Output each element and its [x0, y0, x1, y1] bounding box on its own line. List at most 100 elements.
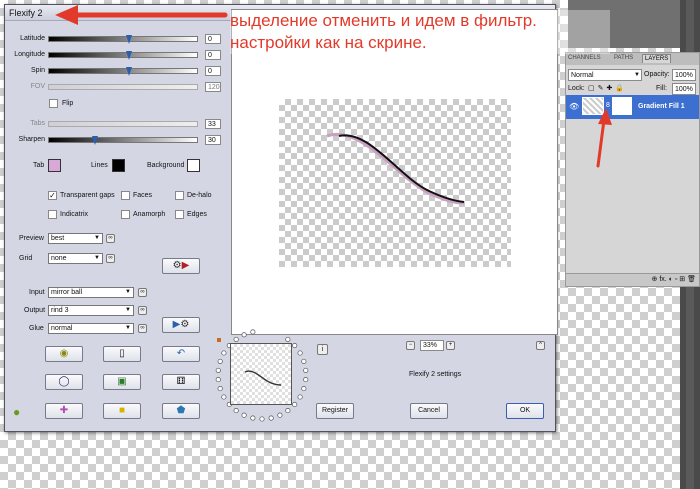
- dial-dot[interactable]: [215, 367, 221, 373]
- zoom-out-button[interactable]: −: [406, 341, 415, 350]
- input-link-icon[interactable]: ∞: [138, 288, 147, 297]
- lines-color-swatch[interactable]: [112, 159, 125, 172]
- dial-dot[interactable]: [303, 377, 309, 383]
- slider-thumb[interactable]: [126, 35, 132, 44]
- dial-dot[interactable]: [250, 415, 256, 421]
- collapse-button[interactable]: ^: [536, 341, 545, 350]
- glue-select[interactable]: normal ▼: [48, 323, 134, 334]
- layers-footer[interactable]: ⊕ fx. ◐ ▫ ⊞ 🗑: [566, 273, 699, 286]
- slider-thumb[interactable]: [126, 51, 132, 60]
- dial-dot[interactable]: [285, 336, 291, 342]
- dice-button[interactable]: ⚅: [162, 374, 200, 390]
- dial-dot[interactable]: [303, 367, 309, 373]
- sharpen-value[interactable]: 30: [205, 135, 221, 145]
- cube-button[interactable]: ■: [103, 403, 141, 419]
- tutorial-annotation: выделение отменить и идем в фильтр. наст…: [230, 10, 610, 54]
- indicatrix-checkbox[interactable]: [48, 210, 57, 219]
- dial-dot[interactable]: [215, 377, 221, 383]
- pentagon-button[interactable]: ⬟: [162, 403, 200, 419]
- dial-dot[interactable]: [297, 350, 303, 356]
- ring-button[interactable]: ◯: [45, 374, 83, 390]
- layer-name[interactable]: Gradient Fill 1: [638, 103, 685, 110]
- edges-checkbox[interactable]: [175, 210, 184, 219]
- curve-line: [338, 134, 465, 203]
- layer-thumbnail: [582, 97, 604, 115]
- dial-dot[interactable]: [233, 408, 239, 414]
- tabs-value[interactable]: 33: [205, 119, 221, 129]
- swap-forward-button[interactable]: ⚙▶: [162, 258, 200, 274]
- dial-dot[interactable]: [285, 408, 291, 414]
- latitude-label: Latitude: [20, 35, 45, 42]
- anamorph-checkbox[interactable]: [121, 210, 130, 219]
- opacity-field[interactable]: 100%: [672, 69, 696, 81]
- tab-channels[interactable]: CHANNELS: [568, 55, 601, 61]
- square-button[interactable]: ▣: [103, 374, 141, 390]
- new-button[interactable]: ▯: [103, 346, 141, 362]
- input-select[interactable]: mirror ball ▼: [48, 287, 134, 298]
- tab-color-swatch[interactable]: [48, 159, 61, 172]
- dial-dot[interactable]: [301, 386, 307, 392]
- preview-label: Preview: [19, 235, 44, 242]
- tab-layers[interactable]: LAYERS: [642, 54, 672, 63]
- latitude-value[interactable]: 0: [205, 34, 221, 44]
- register-button[interactable]: Register: [316, 403, 354, 419]
- slider-thumb[interactable]: [126, 67, 132, 76]
- layer-row-gradient-fill[interactable]: 👁 8 Gradient Fill 1: [566, 95, 699, 119]
- latitude-slider[interactable]: [48, 35, 198, 44]
- dial-dot[interactable]: [221, 394, 227, 400]
- undo-button[interactable]: ↶: [162, 346, 200, 362]
- preview-link-icon[interactable]: ∞: [106, 234, 115, 243]
- fill-field[interactable]: 100%: [672, 83, 696, 95]
- navigator-thumbnail[interactable]: [230, 343, 292, 405]
- dial-dot[interactable]: [292, 401, 298, 407]
- pentagon-icon: ⬟: [176, 405, 186, 416]
- preview-select[interactable]: best ▼: [48, 233, 103, 244]
- faces-checkbox[interactable]: [121, 191, 130, 200]
- undo-icon: ↶: [176, 348, 186, 359]
- info-button[interactable]: i: [317, 344, 328, 355]
- eye-icon[interactable]: 👁: [569, 102, 579, 111]
- output-link-icon[interactable]: ∞: [138, 306, 147, 315]
- dial-dot[interactable]: [250, 329, 256, 335]
- de-halo-checkbox[interactable]: [175, 191, 184, 200]
- dial-dot[interactable]: [301, 358, 307, 364]
- cross-button[interactable]: ✚: [45, 403, 83, 419]
- glue-link-icon[interactable]: ∞: [138, 324, 147, 333]
- dial-dot[interactable]: [241, 412, 247, 418]
- swap-backward-button[interactable]: ▶⚙: [162, 317, 200, 333]
- tab-paths[interactable]: PATHS: [614, 55, 633, 61]
- longitude-value[interactable]: 0: [205, 50, 221, 60]
- spin-slider[interactable]: [48, 67, 198, 76]
- grid-link-icon[interactable]: ∞: [106, 254, 115, 263]
- cancel-button[interactable]: Cancel: [410, 403, 448, 419]
- dial-dot[interactable]: [297, 394, 303, 400]
- transparent-gaps-checkbox[interactable]: ✓: [48, 191, 57, 200]
- blend-mode-select[interactable]: Normal ▼: [568, 69, 642, 81]
- dial-dot[interactable]: [268, 415, 274, 421]
- lock-icons[interactable]: ▢✎✚🔒: [588, 84, 627, 92]
- dial-dot[interactable]: [241, 332, 247, 338]
- background-color-swatch[interactable]: [187, 159, 200, 172]
- ok-button[interactable]: OK: [506, 403, 544, 419]
- tabs-label: Tabs: [30, 120, 45, 127]
- output-select[interactable]: rind 3 ▼: [48, 305, 134, 316]
- dial-dot[interactable]: [277, 412, 283, 418]
- dial-dot[interactable]: [233, 336, 239, 342]
- spin-value[interactable]: 0: [205, 66, 221, 76]
- zoom-in-button[interactable]: +: [446, 341, 455, 350]
- randomize-button[interactable]: ◉: [45, 346, 83, 362]
- dial-dot[interactable]: [221, 350, 227, 356]
- dial-dot[interactable]: [259, 416, 265, 422]
- flip-label: Flip: [62, 100, 74, 107]
- thumbnail-curve: [244, 370, 282, 386]
- input-value: mirror ball: [51, 289, 83, 296]
- flip-checkbox[interactable]: [49, 99, 58, 108]
- sharpen-slider[interactable]: [48, 136, 198, 145]
- grid-select[interactable]: none ▼: [48, 253, 103, 264]
- longitude-slider[interactable]: [48, 51, 198, 60]
- slider-thumb[interactable]: [92, 136, 98, 145]
- dial-dot[interactable]: [217, 358, 223, 364]
- dial-dot[interactable]: [292, 343, 298, 349]
- dial-dot[interactable]: [217, 386, 223, 392]
- preview-canvas[interactable]: [279, 99, 511, 267]
